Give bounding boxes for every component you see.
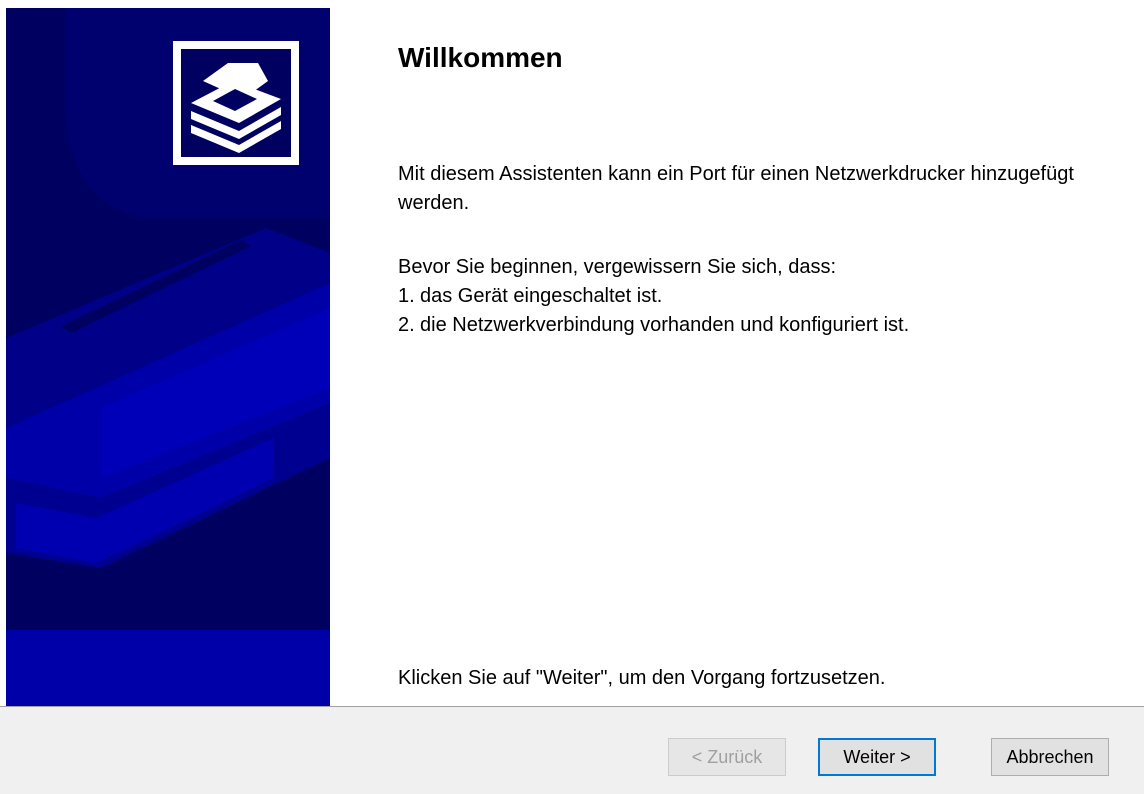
- prerequisites: Bevor Sie beginnen, vergewissern Sie sic…: [398, 253, 1118, 340]
- list-item-text: das Gerät eingeschaltet ist.: [420, 285, 663, 307]
- wizard-window: Willkommen Mit diesem Assistenten kann e…: [0, 0, 1144, 794]
- list-item-text: die Netzwerkverbindung vorhanden und kon…: [420, 314, 910, 336]
- list-item-number: 2.: [398, 314, 415, 336]
- printer-icon: [173, 41, 299, 165]
- wizard-side-banner: [6, 8, 330, 706]
- prereq-heading: Bevor Sie beginnen, vergewissern Sie sic…: [398, 256, 837, 278]
- cancel-button[interactable]: Abbrechen: [991, 738, 1109, 776]
- next-button[interactable]: Weiter >: [818, 738, 936, 776]
- list-item-number: 1.: [398, 285, 415, 307]
- wizard-content: Willkommen Mit diesem Assistenten kann e…: [330, 8, 1144, 706]
- list-item: 1. das Gerät eingeschaltet ist.: [398, 282, 1118, 311]
- button-bar: < Zurück Weiter > Abbrechen: [0, 707, 1144, 794]
- page-title: Willkommen: [398, 42, 563, 73]
- list-item: 2. die Netzwerkverbindung vorhanden und k…: [398, 311, 1118, 340]
- back-button[interactable]: < Zurück: [668, 738, 786, 776]
- continue-hint: Klicken Sie auf "Weiter", um den Vorgang…: [398, 667, 886, 689]
- prereq-list: 1. das Gerät eingeschaltet ist. 2. die Net…: [398, 282, 1118, 340]
- intro-text: Mit diesem Assistenten kann ein Port für…: [398, 163, 1074, 214]
